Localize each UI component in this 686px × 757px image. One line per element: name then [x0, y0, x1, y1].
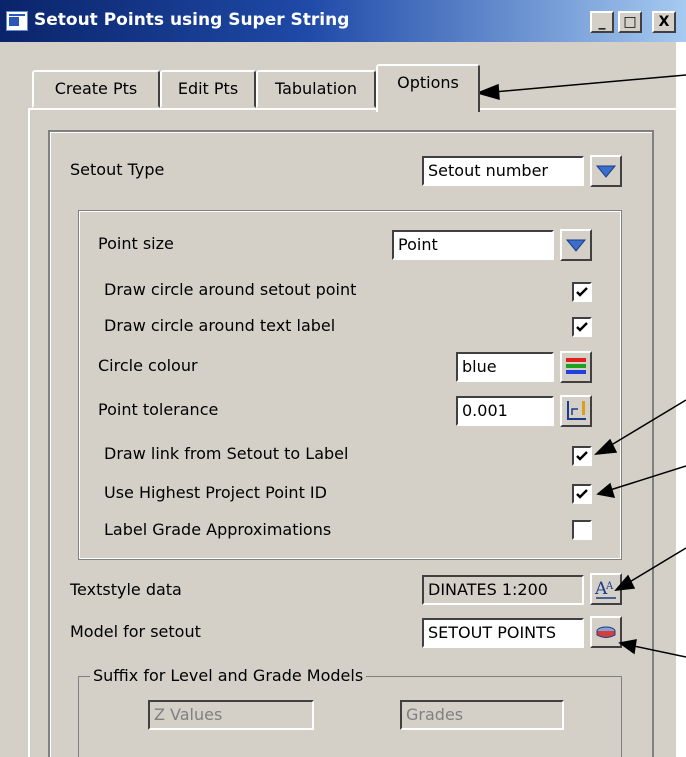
setout-type-select[interactable]: Setout number — [422, 156, 584, 186]
setout-type-dropdown-button[interactable] — [590, 155, 622, 187]
triangle-down-icon — [595, 165, 617, 178]
textstyle-icon: A A — [594, 579, 616, 599]
model-input[interactable]: SETOUT POINTS — [422, 618, 584, 648]
app-icon — [6, 11, 28, 31]
point-size-label: Point size — [98, 234, 174, 253]
label-grade-label: Label Grade Approximations — [104, 520, 332, 539]
point-tolerance-input[interactable]: 0.001 — [456, 396, 554, 426]
suffix-group-title: Suffix for Level and Grade Models — [90, 666, 367, 685]
point-options-group — [78, 210, 622, 560]
checkmark-icon — [576, 451, 588, 461]
circle-colour-label: Circle colour — [98, 356, 198, 375]
checkmark-icon — [576, 322, 588, 332]
textstyle-input[interactable]: DINATES 1:200 — [422, 575, 584, 605]
draw-link-checkbox[interactable] — [572, 446, 592, 466]
point-size-dropdown-button[interactable] — [560, 229, 592, 261]
close-button[interactable]: X — [652, 11, 676, 33]
setout-type-label: Setout Type — [70, 160, 165, 179]
colour-bars-icon — [566, 358, 586, 374]
colour-picker-button[interactable] — [560, 351, 592, 383]
model-label: Model for setout — [70, 622, 201, 641]
svg-text:A: A — [605, 581, 614, 592]
use-highest-checkbox[interactable] — [572, 484, 592, 504]
draw-circle-text-checkbox[interactable] — [572, 317, 592, 337]
crop-edge — [676, 42, 686, 757]
suffix-grades-input[interactable]: Grades — [400, 700, 564, 730]
draw-circle-setout-checkbox[interactable] — [572, 282, 592, 302]
point-tolerance-label: Point tolerance — [98, 400, 219, 419]
circle-colour-input[interactable]: blue — [456, 352, 554, 382]
tab-edit-pts[interactable]: Edit Pts — [160, 70, 256, 108]
draw-circle-text-label: Draw circle around text label — [104, 316, 336, 335]
suffix-z-values-input[interactable]: Z Values — [148, 700, 314, 730]
model-pick-button[interactable] — [590, 616, 622, 648]
dialog-window: Setout Points using Super String _ □ X C… — [0, 0, 686, 757]
use-highest-label: Use Highest Project Point ID — [104, 483, 327, 502]
triangle-down-icon — [565, 239, 587, 252]
point-size-select[interactable]: Point — [392, 230, 554, 260]
model-picker-icon — [596, 626, 616, 638]
checkmark-icon — [576, 287, 588, 297]
draw-circle-setout-label: Draw circle around setout point — [104, 280, 357, 299]
tolerance-pick-button[interactable] — [560, 395, 592, 427]
window-title: Setout Points using Super String — [34, 10, 350, 30]
minimize-button[interactable]: _ — [590, 11, 614, 33]
draw-link-label: Draw link from Setout to Label — [104, 444, 349, 463]
ruler-corner-icon — [567, 401, 586, 420]
tab-create-pts[interactable]: Create Pts — [32, 70, 160, 108]
textstyle-pick-button[interactable]: A A — [590, 573, 622, 605]
checkmark-icon — [576, 489, 588, 499]
maximize-button[interactable]: □ — [618, 11, 642, 33]
title-bar[interactable]: Setout Points using Super String _ □ X — [0, 0, 686, 42]
tab-tabulation[interactable]: Tabulation — [256, 70, 376, 108]
label-grade-checkbox[interactable] — [572, 520, 592, 540]
tab-options[interactable]: Options — [376, 64, 480, 112]
textstyle-label: Textstyle data — [70, 580, 182, 599]
